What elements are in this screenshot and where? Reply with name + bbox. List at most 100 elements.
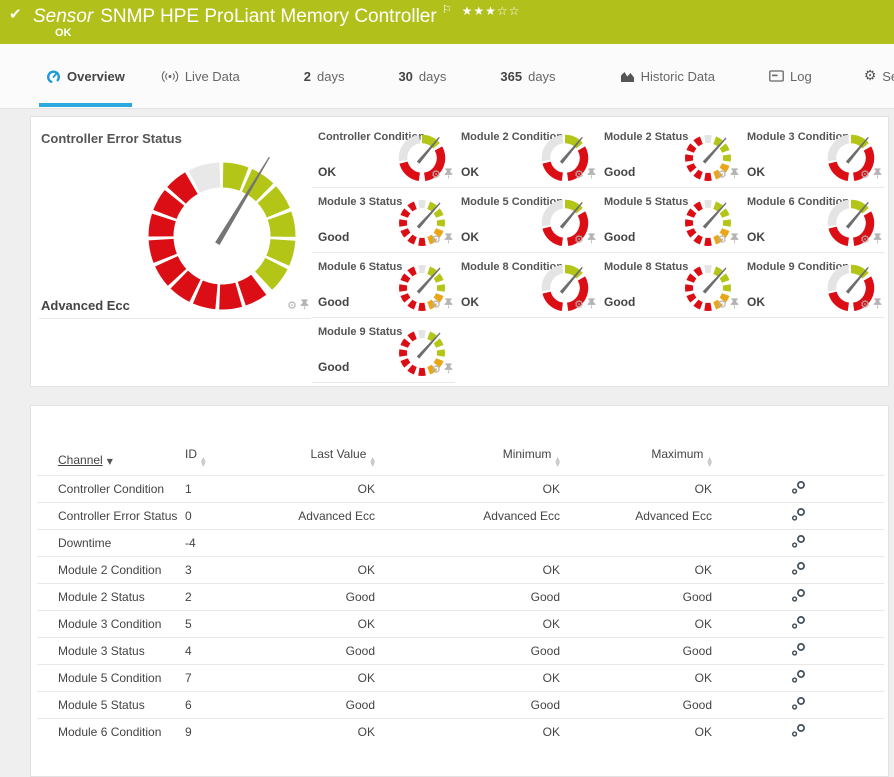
pin-icon[interactable] <box>587 231 596 249</box>
channel-row-module-3-condition: Module 3 Condition 5 OK OK OK <box>37 610 884 638</box>
gauge-value: OK <box>461 230 479 244</box>
pin-icon[interactable] <box>444 296 453 314</box>
pin-icon[interactable] <box>730 166 739 184</box>
flag-icon[interactable]: ⚐ <box>442 3 452 16</box>
gauge-tile-module-5-condition[interactable]: Module 5 Condition OK ⚙ <box>455 188 598 253</box>
gear-icon[interactable]: ⚙ <box>431 364 441 375</box>
gear-icon[interactable]: ⚙ <box>574 234 584 245</box>
tab-overview[interactable]: Overview <box>39 44 132 108</box>
tab-2-days[interactable]: 2 days <box>297 44 352 108</box>
column-header-channel[interactable]: Channel ▼ <box>37 447 185 476</box>
channel-settings-icon[interactable] <box>790 588 807 606</box>
gauge-tile-module-3-condition[interactable]: Module 3 Condition OK ⚙ <box>741 123 884 188</box>
channel-settings-icon[interactable] <box>790 696 807 714</box>
column-header-minimum[interactable]: Minimum ▲ ▼ <box>375 447 560 476</box>
gear-icon[interactable]: ⚙ <box>574 299 584 310</box>
pin-icon[interactable] <box>587 166 596 184</box>
gauge-tile-module-9-status[interactable]: Module 9 Status Good ⚙ <box>312 318 455 383</box>
column-header-last-value[interactable]: Last Value ▲ ▼ <box>281 447 375 476</box>
sort-desc-icon: ▼ <box>106 457 113 466</box>
channel-settings-cell <box>712 475 884 503</box>
tab-30-days[interactable]: 30 days <box>391 44 453 108</box>
gear-icon[interactable]: ⚙ <box>717 169 727 180</box>
channel-settings-icon[interactable] <box>790 534 807 552</box>
gauge-tile-module-2-status[interactable]: Module 2 Status Good ⚙ <box>598 123 741 188</box>
gauge-value: Good <box>318 295 350 309</box>
channel-settings-icon[interactable] <box>790 507 807 525</box>
channel-table-panel: Channel ▼ ID ▲ ▼ Last Value ▲ ▼ Minimum ▲ ▼ Maximum… <box>30 405 889 777</box>
sort-icon: ▲ ▼ <box>555 456 560 468</box>
pin-icon[interactable] <box>444 166 453 184</box>
empty-cell <box>741 318 884 383</box>
gauge-tile-module-6-status[interactable]: Module 6 Status Good ⚙ <box>312 253 455 318</box>
gear-icon[interactable]: ⚙ <box>860 299 870 310</box>
channel-row-controller-error-status: Controller Error Status 0 Advanced Ecc Adva… <box>37 502 884 530</box>
tab-log[interactable]: Log <box>762 44 819 108</box>
pin-icon[interactable] <box>300 297 309 315</box>
gauge-tile-module-6-condition[interactable]: Module 6 Condition OK ⚙ <box>741 188 884 253</box>
gear-icon[interactable]: ⚙ <box>574 169 584 180</box>
star-rating[interactable]: ★★★☆☆ <box>462 4 521 18</box>
gauge-tile-controller-condition[interactable]: Controller Condition OK ⚙ <box>312 123 455 188</box>
tab-live-data[interactable]: Live Data <box>154 44 247 108</box>
channel-settings-icon[interactable] <box>790 480 807 498</box>
sort-icon: ▲ ▼ <box>370 456 375 468</box>
gauge-value: Good <box>604 165 636 179</box>
gear-icon[interactable]: ⚙ <box>717 299 727 310</box>
last-value: Good <box>281 637 375 665</box>
pin-icon <box>444 233 453 244</box>
pin-icon[interactable] <box>730 231 739 249</box>
channel-settings-icon[interactable] <box>790 561 807 579</box>
channel-id: 3 <box>185 556 281 584</box>
pin-icon[interactable] <box>730 296 739 314</box>
gear-icon[interactable]: ⚙ <box>431 234 441 245</box>
minimum-value: OK <box>375 556 560 584</box>
channel-row-module-5-status: Module 5 Status 6 Good Good Good <box>37 691 884 719</box>
gauge-tile-module-8-condition[interactable]: Module 8 Condition OK ⚙ <box>455 253 598 318</box>
last-value: OK <box>281 610 375 638</box>
gauge-tile-module-3-status[interactable]: Module 3 Status Good ⚙ <box>312 188 455 253</box>
channel-row-module-3-status: Module 3 Status 4 Good Good Good <box>37 637 884 665</box>
gauge-tile-module-9-condition[interactable]: Module 9 Condition OK ⚙ <box>741 253 884 318</box>
gear-icon[interactable]: ⚙ <box>431 299 441 310</box>
pin-icon[interactable] <box>873 166 882 184</box>
tab-bar: Overview Live Data 2 days 30 days 365 days Histo… <box>0 44 894 109</box>
gear-icon[interactable]: ⚙ <box>860 169 870 180</box>
gauge-tile-controller-error-status[interactable]: Controller Error Status Advanced Ecc ⚙ <box>39 123 311 319</box>
sensor-header: ✔ Sensor SNMP HPE ProLiant Memory Control… <box>0 0 894 44</box>
channel-settings-icon[interactable] <box>790 723 807 741</box>
gear-icon[interactable]: ⚙ <box>287 300 297 311</box>
pin-icon[interactable] <box>587 296 596 314</box>
gauge-tile-module-2-condition[interactable]: Module 2 Condition OK ⚙ <box>455 123 598 188</box>
column-header-actions <box>712 447 884 476</box>
gear-icon[interactable]: ⚙ <box>431 169 441 180</box>
pin-icon[interactable] <box>873 296 882 314</box>
pin-icon[interactable] <box>444 361 453 379</box>
minimum-value: OK <box>375 610 560 638</box>
channel-settings-icon[interactable] <box>790 642 807 660</box>
pin-icon[interactable] <box>873 231 882 249</box>
pin-icon[interactable] <box>444 231 453 249</box>
pin-icon <box>873 233 882 244</box>
column-header-maximum[interactable]: Maximum ▲ ▼ <box>560 447 712 476</box>
gauge-tile-module-8-status[interactable]: Module 8 Status Good ⚙ <box>598 253 741 318</box>
gauge-tile-module-5-status[interactable]: Module 5 Status Good ⚙ <box>598 188 741 253</box>
status-check-icon: ✔ <box>9 5 22 23</box>
tab-historic-data[interactable]: Historic Data <box>613 44 722 108</box>
maximum-value: OK <box>560 610 712 638</box>
tab-settings[interactable]: ⚙Settings <box>857 44 894 108</box>
tab-365-days[interactable]: 365 days <box>493 44 562 108</box>
channel-row-module-6-condition: Module 6 Condition 9 OK OK OK <box>37 718 884 745</box>
last-value: OK <box>281 475 375 503</box>
gear-icon[interactable]: ⚙ <box>860 234 870 245</box>
overview-gauges-panel: Controller Error Status Advanced Ecc ⚙ C… <box>30 116 889 387</box>
column-header-id[interactable]: ID ▲ ▼ <box>185 447 281 476</box>
channel-settings-icon[interactable] <box>790 615 807 633</box>
gear-icon[interactable]: ⚙ <box>717 234 727 245</box>
channel-table: Channel ▼ ID ▲ ▼ Last Value ▲ ▼ Minimum ▲ ▼ Maximum… <box>37 447 884 745</box>
pin-icon <box>300 299 309 310</box>
channel-settings-cell <box>712 664 884 692</box>
channel-settings-icon[interactable] <box>790 669 807 687</box>
channel-settings-cell <box>712 502 884 530</box>
last-value: OK <box>281 718 375 745</box>
